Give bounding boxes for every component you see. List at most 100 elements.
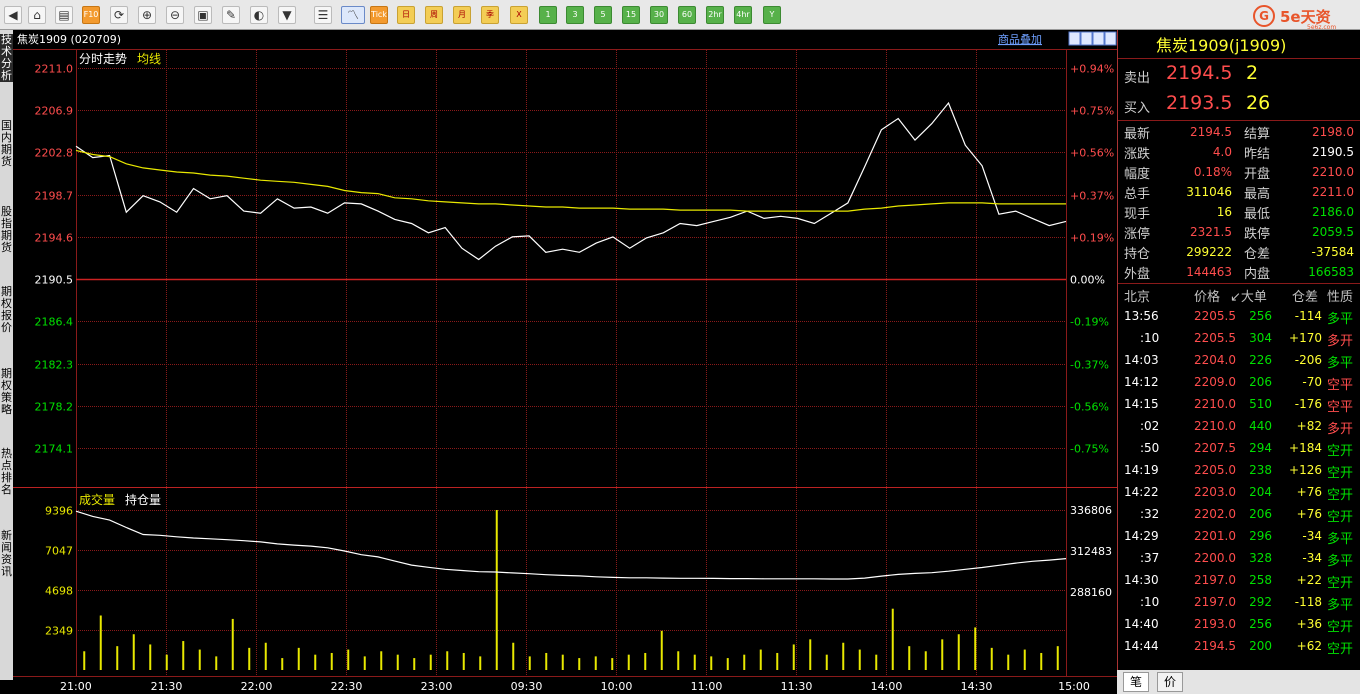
pct-tick-label: +0.94% — [1070, 63, 1114, 76]
stat-value: 2198.0 — [1312, 125, 1354, 139]
zoom-out-icon[interactable]: ⊖ — [166, 6, 184, 24]
tick-cell: 空开 — [1327, 444, 1354, 459]
divider — [1118, 283, 1360, 284]
f10-icon[interactable]: F10 — [82, 6, 100, 24]
stat-label: 开盘 — [1244, 167, 1271, 182]
min30-button[interactable]: 30 — [650, 6, 668, 24]
tick-cell: -114 — [1294, 309, 1322, 323]
chart-nav-icon-4[interactable] — [1104, 31, 1117, 46]
tick-cell: +170 — [1289, 331, 1322, 345]
day-button[interactable]: 日 — [397, 6, 415, 24]
home-icon[interactable]: ⌂ — [28, 6, 46, 24]
sidebar-tab-7[interactable]: 新闻资讯 — [0, 530, 13, 578]
stat-value: -37584 — [1311, 245, 1354, 259]
tick-cell: +82 — [1296, 419, 1322, 433]
tick-cell: 2202.0 — [1194, 507, 1236, 521]
stat-label: 最新 — [1124, 127, 1151, 142]
price-tick-label: 2198.7 — [35, 190, 74, 203]
intraday-chart[interactable]: 焦炭1909 (020709) 商品叠加分时走势 均线成交量 持仓量 2211.0 +0.… — [13, 30, 1117, 694]
min5-button[interactable]: 5 — [594, 6, 612, 24]
tick-cell: :37 — [1140, 551, 1160, 565]
tick-cell: 空开 — [1327, 488, 1354, 503]
pct-tick-label: -0.19% — [1070, 316, 1109, 329]
min60-button[interactable]: 60 — [678, 6, 696, 24]
stat-value: 2194.5 — [1190, 125, 1232, 139]
stat-value: 299222 — [1186, 245, 1232, 259]
tick-cell: 2197.0 — [1194, 595, 1236, 609]
sidebar-tab-3[interactable]: 股指期货 — [0, 206, 13, 254]
tick-row: :02 2210.0 440 +82 多开 — [1118, 417, 1360, 437]
volume-tick-label: 9396 — [45, 505, 73, 518]
sidebar-tab-2[interactable]: 国内期货 — [0, 120, 13, 168]
ticks-header-price: 价格 — [1194, 290, 1221, 305]
tick-cell: 多平 — [1327, 598, 1354, 613]
chart-nav-icon-1[interactable] — [1068, 31, 1081, 46]
tick-cell: 空平 — [1327, 378, 1354, 393]
custom-button[interactable]: X — [510, 6, 528, 24]
tick-cell: 多开 — [1327, 422, 1354, 437]
tick-cell: 2205.5 — [1194, 309, 1236, 323]
chart-nav-icon-3[interactable] — [1092, 31, 1105, 46]
sidebar-tab-6[interactable]: 热点排名 — [0, 448, 13, 496]
tick-row: 14:22 2203.0 204 +76 空开 — [1118, 483, 1360, 503]
tick-row: 14:29 2201.0 296 -34 多平 — [1118, 527, 1360, 547]
brand-logo: G 5e天资 5e6z.com — [1253, 5, 1359, 31]
window-icon[interactable]: ▣ — [194, 6, 212, 24]
tick-cell: 14:40 — [1124, 617, 1159, 631]
tick-cell: 14:15 — [1124, 397, 1159, 411]
report-icon[interactable]: ☰ — [314, 6, 332, 24]
stat-label: 幅度 — [1124, 167, 1151, 182]
season-button[interactable]: 季 — [481, 6, 499, 24]
tick-cell: 多平 — [1327, 356, 1354, 371]
zoom-in-icon[interactable]: ⊕ — [138, 6, 156, 24]
min15-button[interactable]: 15 — [622, 6, 640, 24]
sidebar-tab-5[interactable]: 期权策略 — [0, 368, 13, 416]
divider — [1118, 58, 1360, 59]
chart-nav-icon-2[interactable] — [1080, 31, 1093, 46]
stat-value: 144463 — [1186, 265, 1232, 279]
tick-cell: 空开 — [1327, 466, 1354, 481]
draw-icon[interactable]: ✎ — [222, 6, 240, 24]
month-button[interactable]: 月 — [453, 6, 471, 24]
time-tick-label: 21:30 — [151, 680, 183, 693]
sidebar-tab-4[interactable]: 期权报价 — [0, 286, 13, 334]
notebook-icon[interactable]: ▤ — [55, 6, 73, 24]
tick-cell: 328 — [1249, 551, 1272, 565]
tick-cell: 多平 — [1327, 532, 1354, 547]
year-button[interactable]: Y — [763, 6, 781, 24]
tick-cell: +76 — [1296, 507, 1322, 521]
series-label-price: 分时走势 — [79, 52, 127, 66]
sell-volume: 2 — [1246, 62, 1259, 84]
stat-label: 涨停 — [1124, 227, 1151, 242]
intraday-icon[interactable]: 〽 — [341, 6, 365, 24]
tick-cell: +76 — [1296, 485, 1322, 499]
sell-price[interactable]: 2194.5 — [1166, 62, 1232, 84]
broadcast-icon[interactable]: ◐ — [250, 6, 268, 24]
tick-cell: -176 — [1294, 397, 1322, 411]
sidebar-tab-1[interactable]: 技术分析 — [0, 34, 13, 82]
min1-button[interactable]: 1 — [539, 6, 557, 24]
tick-cell: -206 — [1294, 353, 1322, 367]
min3-button[interactable]: 3 — [566, 6, 584, 24]
week-button[interactable]: 周 — [425, 6, 443, 24]
tick-icon[interactable]: Tick — [370, 6, 388, 24]
refresh-icon[interactable]: ⟳ — [110, 6, 128, 24]
panel-tab-1[interactable]: 笔 — [1123, 672, 1149, 692]
hr4-button[interactable]: 4hr — [734, 6, 752, 24]
tick-cell: 226 — [1249, 353, 1272, 367]
hr2-button[interactable]: 2hr — [706, 6, 724, 24]
oi-tick-label: 336806 — [1070, 504, 1112, 517]
panel-tab-2[interactable]: 价 — [1157, 672, 1183, 692]
pct-tick-label: +0.75% — [1070, 105, 1114, 118]
tick-cell: 200 — [1249, 639, 1272, 653]
left-sidebar: 技术分析国内期货股指期货期权报价期权策略热点排名新闻资讯 — [0, 30, 14, 680]
tick-cell: 2210.0 — [1194, 419, 1236, 433]
back-icon[interactable]: ◀ — [4, 6, 22, 24]
overlay-link[interactable]: 商品叠加 — [998, 32, 1042, 46]
pct-tick-label: +0.19% — [1070, 232, 1114, 245]
buy-price[interactable]: 2193.5 — [1166, 92, 1232, 114]
stat-value: 2211.0 — [1312, 185, 1354, 199]
tick-cell: 2201.0 — [1194, 529, 1236, 543]
filter-icon[interactable]: ▼ — [278, 6, 296, 24]
oi-tick-label: 288160 — [1070, 586, 1112, 599]
